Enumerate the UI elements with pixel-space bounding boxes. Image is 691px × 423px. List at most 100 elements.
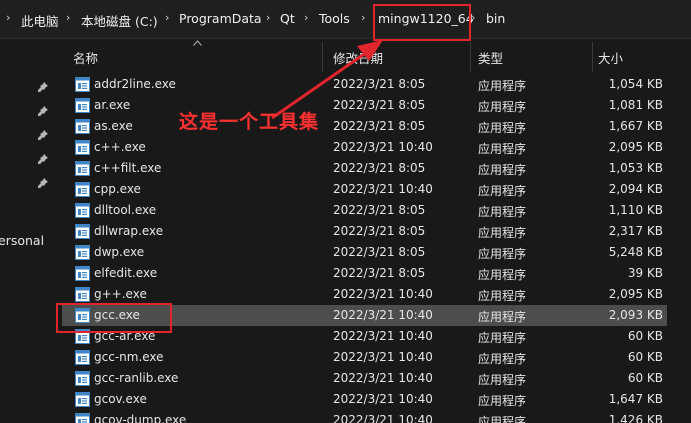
file-row[interactable]: gcov-dump.exe 2022/3/21 10:40 应用程序 1,426… (62, 410, 667, 423)
file-size: 1,426 KB (608, 413, 663, 423)
chevron-right-icon[interactable]: › (471, 11, 475, 24)
file-row[interactable]: gcov.exe 2022/3/21 10:40 应用程序 1,647 KB (62, 389, 667, 410)
file-name: c++filt.exe (94, 161, 162, 175)
file-size: 2,095 KB (608, 140, 663, 154)
file-size: 5,248 KB (608, 245, 663, 259)
breadcrumb-this-pc[interactable]: 此电脑 (21, 11, 59, 30)
file-type: 应用程序 (478, 205, 527, 219)
file-date: 2022/3/21 8:05 (333, 119, 426, 133)
highlight-box-folder (373, 4, 471, 41)
file-type: 应用程序 (478, 184, 527, 198)
file-type: 应用程序 (478, 100, 527, 114)
file-row[interactable]: addr2line.exe 2022/3/21 8:05 应用程序 1,054 … (62, 74, 667, 95)
exe-file-icon (75, 392, 90, 407)
file-size: 1,667 KB (608, 119, 663, 133)
column-header-size[interactable]: 大小 (598, 48, 623, 67)
file-name: ar.exe (94, 98, 131, 112)
column-header-type[interactable]: 类型 (478, 48, 503, 67)
file-size: 1,110 KB (608, 203, 663, 217)
exe-file-icon (75, 245, 90, 260)
breadcrumb-programdata[interactable]: ProgramData (179, 11, 262, 26)
pin-icon[interactable] (37, 81, 49, 93)
column-divider[interactable] (470, 42, 471, 72)
pin-icon[interactable] (37, 129, 49, 141)
file-row[interactable]: dlltool.exe 2022/3/21 8:05 应用程序 1,110 KB (62, 200, 667, 221)
pin-icon[interactable] (37, 153, 49, 165)
exe-file-icon (75, 77, 90, 92)
file-type: 应用程序 (478, 352, 527, 366)
chevron-right-icon[interactable]: › (6, 11, 10, 24)
file-row[interactable]: ar.exe 2022/3/21 8:05 应用程序 1,081 KB (62, 95, 667, 116)
pin-icon[interactable] (37, 105, 49, 117)
file-size: 60 KB (627, 350, 663, 364)
file-date: 2022/3/21 8:05 (333, 266, 426, 280)
file-size: 1,054 KB (608, 77, 663, 91)
file-date: 2022/3/21 8:05 (333, 77, 426, 91)
file-list: 名称 修改日期 类型 大小 addr2line.exe 2022/3/21 8:… (62, 39, 691, 423)
file-row[interactable]: as.exe 2022/3/21 8:05 应用程序 1,667 KB (62, 116, 667, 137)
annotation-label: 这是一个工具集 (179, 111, 320, 133)
file-row[interactable]: gcc-nm.exe 2022/3/21 10:40 应用程序 60 KB (62, 347, 667, 368)
file-name: addr2line.exe (94, 77, 176, 91)
file-name: dwp.exe (94, 245, 145, 259)
file-type: 应用程序 (478, 289, 527, 303)
breadcrumb-qt[interactable]: Qt (280, 11, 295, 26)
exe-file-icon (75, 98, 90, 113)
pin-icon[interactable] (37, 177, 49, 189)
file-type: 应用程序 (478, 142, 527, 156)
highlight-box-gcc (56, 303, 172, 333)
file-date: 2022/3/21 10:40 (333, 182, 433, 196)
exe-file-icon (75, 203, 90, 218)
sort-ascending-icon (193, 40, 202, 46)
exe-file-icon (75, 140, 90, 155)
file-type: 应用程序 (478, 415, 527, 423)
column-header-name[interactable]: 名称 (73, 48, 98, 67)
chevron-right-icon[interactable]: › (66, 11, 70, 24)
file-name: c++.exe (94, 140, 146, 154)
file-date: 2022/3/21 8:05 (333, 203, 426, 217)
exe-file-icon (75, 182, 90, 197)
column-divider[interactable] (592, 42, 593, 72)
file-name: gcov.exe (94, 392, 147, 406)
file-type: 应用程序 (478, 226, 527, 240)
file-type: 应用程序 (478, 310, 527, 324)
chevron-right-icon[interactable]: › (304, 11, 308, 24)
file-date: 2022/3/21 8:05 (333, 98, 426, 112)
file-name: cpp.exe (94, 182, 141, 196)
breadcrumb-bin[interactable]: bin (486, 11, 505, 26)
file-row[interactable]: dllwrap.exe 2022/3/21 8:05 应用程序 2,317 KB (62, 221, 667, 242)
chevron-right-icon[interactable]: › (165, 11, 169, 24)
nav-item-personal[interactable]: ersonal (0, 233, 44, 248)
file-size: 2,094 KB (608, 182, 663, 196)
file-row[interactable]: cpp.exe 2022/3/21 10:40 应用程序 2,094 KB (62, 179, 667, 200)
column-header-date[interactable]: 修改日期 (333, 48, 383, 67)
file-date: 2022/3/21 10:40 (333, 140, 433, 154)
file-row[interactable]: c++filt.exe 2022/3/21 8:05 应用程序 1,053 KB (62, 158, 667, 179)
file-type: 应用程序 (478, 331, 527, 345)
file-name: g++.exe (94, 287, 147, 301)
file-date: 2022/3/21 10:40 (333, 329, 433, 343)
breadcrumb-local-disk[interactable]: 本地磁盘 (C:) (81, 11, 158, 30)
file-name: elfedit.exe (94, 266, 158, 280)
file-row[interactable]: g++.exe 2022/3/21 10:40 应用程序 2,095 KB (62, 284, 667, 305)
file-name: dlltool.exe (94, 203, 157, 217)
file-name: gcc-nm.exe (94, 350, 164, 364)
file-date: 2022/3/21 8:05 (333, 224, 426, 238)
column-divider[interactable] (322, 42, 323, 72)
file-type: 应用程序 (478, 394, 527, 408)
chevron-right-icon[interactable]: › (361, 11, 365, 24)
file-name: gcc-ranlib.exe (94, 371, 179, 385)
exe-file-icon (75, 287, 90, 302)
file-size: 60 KB (627, 329, 663, 343)
navigation-pane: ersonal (0, 39, 60, 423)
file-row[interactable]: c++.exe 2022/3/21 10:40 应用程序 2,095 KB (62, 137, 667, 158)
exe-file-icon (75, 371, 90, 386)
breadcrumb-tools[interactable]: Tools (319, 11, 350, 26)
file-row[interactable]: gcc-ranlib.exe 2022/3/21 10:40 应用程序 60 K… (62, 368, 667, 389)
address-bar[interactable]: › 此电脑 › 本地磁盘 (C:) › ProgramData › Qt › T… (0, 0, 691, 39)
file-row[interactable]: elfedit.exe 2022/3/21 8:05 应用程序 39 KB (62, 263, 667, 284)
file-row[interactable]: dwp.exe 2022/3/21 8:05 应用程序 5,248 KB (62, 242, 667, 263)
chevron-right-icon[interactable]: › (266, 11, 270, 24)
file-date: 2022/3/21 8:05 (333, 161, 426, 175)
exe-file-icon (75, 119, 90, 134)
